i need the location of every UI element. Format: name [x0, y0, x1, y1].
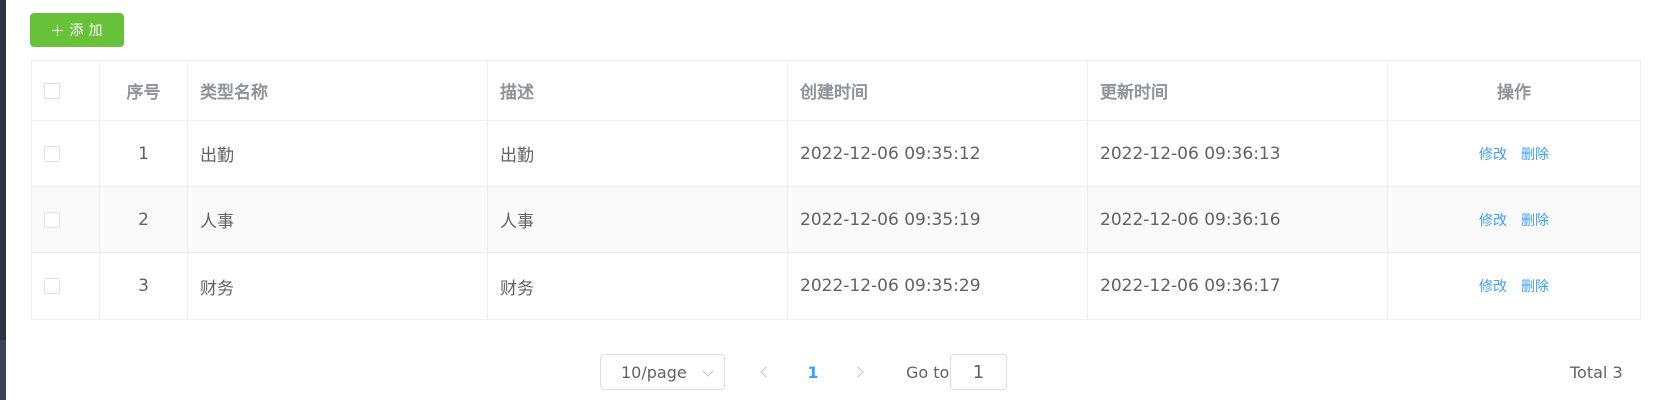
row-checkbox[interactable] — [44, 278, 60, 294]
row-updated-time: 2022-12-06 09:36:16 — [1088, 187, 1388, 252]
edit-link[interactable]: 修改 — [1479, 210, 1507, 230]
goto-page-input[interactable] — [950, 354, 1007, 390]
page: 添加 序号 类型名称 描述 创建时间 更新时间 操作 1 出勤 出勤 2022-… — [0, 0, 1657, 400]
row-index: 1 — [100, 121, 188, 186]
row-created-time: 2022-12-06 09:35:12 — [788, 121, 1088, 186]
plus-icon — [51, 24, 63, 36]
select-all-checkbox[interactable] — [44, 82, 60, 99]
chevron-down-icon — [702, 365, 714, 377]
row-checkbox[interactable] — [44, 211, 60, 228]
row-index: 2 — [100, 187, 188, 252]
prev-page-button[interactable] — [746, 354, 782, 390]
page-size-select[interactable]: 10/page — [600, 354, 725, 390]
row-updated-time: 2022-12-06 09:36:17 — [1088, 253, 1388, 319]
sidebar-edge — [0, 0, 6, 400]
column-header-type-name: 类型名称 — [188, 61, 488, 120]
row-actions: 修改 删除 — [1388, 187, 1640, 252]
row-actions: 修改 删除 — [1388, 121, 1640, 186]
row-description: 人事 — [488, 187, 788, 252]
row-updated-time: 2022-12-06 09:36:13 — [1088, 121, 1388, 186]
row-description: 财务 — [488, 253, 788, 319]
chevron-right-icon — [852, 366, 864, 378]
edit-link[interactable]: 修改 — [1479, 276, 1507, 296]
header-checkbox-cell — [32, 61, 100, 120]
table-row: 2 人事 人事 2022-12-06 09:35:19 2022-12-06 0… — [32, 187, 1640, 253]
row-created-time: 2022-12-06 09:35:29 — [788, 253, 1088, 319]
row-index: 3 — [100, 253, 188, 319]
row-type-name: 财务 — [188, 253, 488, 319]
delete-link[interactable]: 删除 — [1521, 276, 1549, 296]
total-count: Total 3 — [1570, 362, 1623, 382]
page-number-current[interactable]: 1 — [795, 354, 831, 390]
delete-link[interactable]: 删除 — [1521, 144, 1549, 164]
row-type-name: 人事 — [188, 187, 488, 252]
row-type-name: 出勤 — [188, 121, 488, 186]
next-page-button[interactable] — [842, 354, 878, 390]
table-row: 1 出勤 出勤 2022-12-06 09:35:12 2022-12-06 0… — [32, 121, 1640, 187]
delete-link[interactable]: 删除 — [1521, 210, 1549, 230]
page-size-value: 10/page — [621, 362, 687, 382]
row-checkbox[interactable] — [44, 145, 60, 162]
goto-label: Go to — [906, 362, 950, 382]
column-header-index: 序号 — [100, 61, 188, 120]
column-header-description: 描述 — [488, 61, 788, 120]
row-actions: 修改 删除 — [1388, 253, 1640, 319]
column-header-actions: 操作 — [1497, 83, 1531, 103]
row-description: 出勤 — [488, 121, 788, 186]
column-header-updated-time: 更新时间 — [1088, 61, 1388, 120]
add-button[interactable]: 添加 — [30, 13, 124, 47]
chevron-left-icon — [760, 366, 772, 378]
row-created-time: 2022-12-06 09:35:19 — [788, 187, 1088, 252]
table-header-row: 序号 类型名称 描述 创建时间 更新时间 操作 — [32, 61, 1640, 121]
table-row: 3 财务 财务 2022-12-06 09:35:29 2022-12-06 0… — [32, 253, 1640, 319]
pagination: 10/page 1 Go to Total 3 — [0, 354, 1657, 390]
data-table: 序号 类型名称 描述 创建时间 更新时间 操作 1 出勤 出勤 2022-12-… — [31, 60, 1641, 320]
column-header-created-time: 创建时间 — [788, 61, 1088, 120]
add-button-label: 添加 — [69, 23, 108, 39]
edit-link[interactable]: 修改 — [1479, 144, 1507, 164]
